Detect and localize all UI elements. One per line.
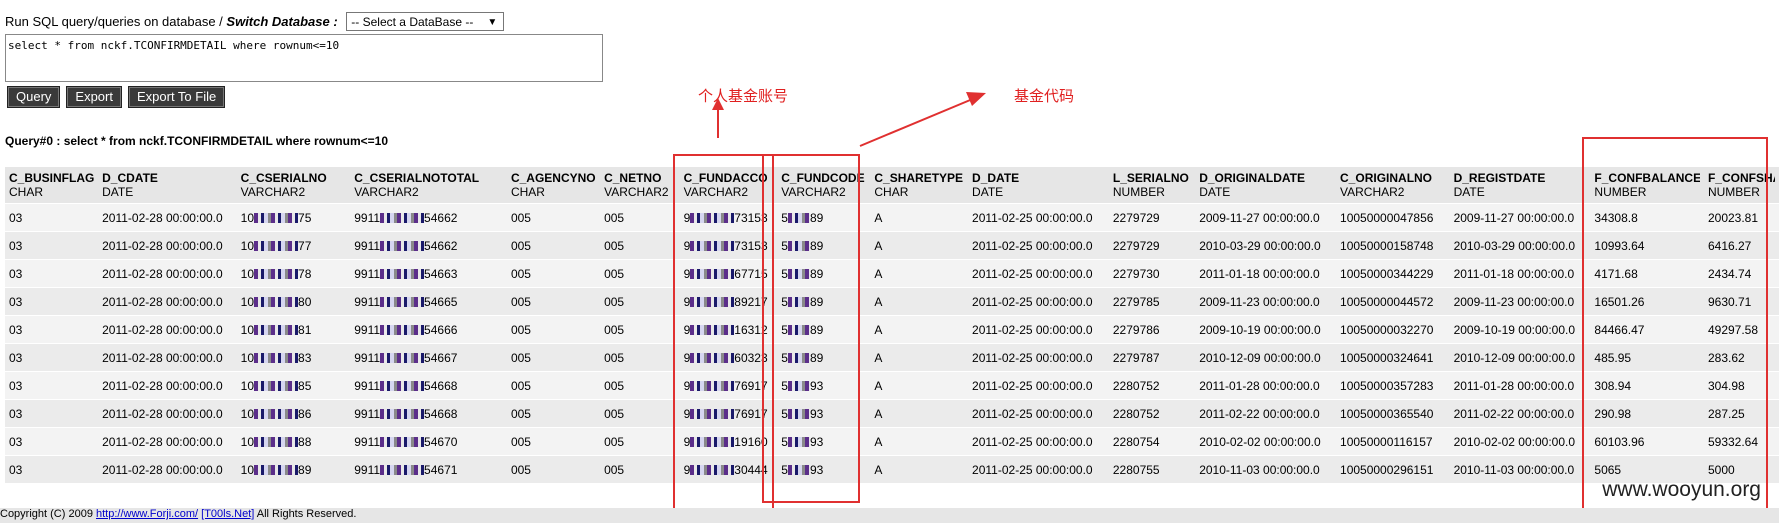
watermark: www.wooyun.org: [1602, 478, 1761, 501]
footer-copyright: Copyright (C) 2009: [0, 508, 93, 520]
footer: Copyright (C) 2009 http://www.Forji.com/…: [0, 508, 1779, 523]
highlight-box-balance: [1582, 137, 1768, 511]
highlight-box-fundcode: [762, 154, 860, 503]
highlight-box-fundacco: [673, 154, 774, 515]
footer-link-t00ls[interactable]: [T00ls.Net]: [201, 508, 254, 520]
footer-link-forji[interactable]: http://www.Forji.com/: [96, 508, 198, 520]
footer-rights: All Rights Reserved.: [256, 508, 357, 520]
annotation-arrows: [712, 92, 986, 147]
